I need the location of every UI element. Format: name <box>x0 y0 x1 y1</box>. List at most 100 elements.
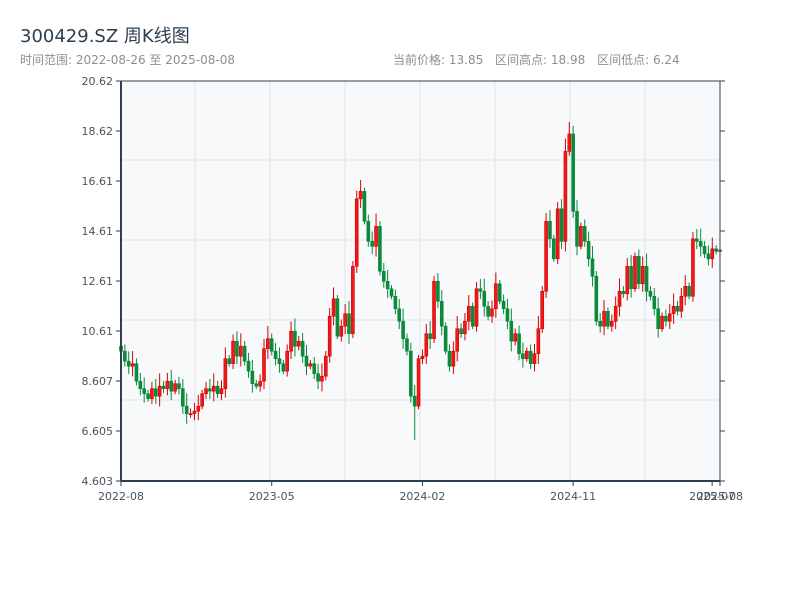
candle-body <box>443 325 448 352</box>
candle-body <box>606 310 610 327</box>
candle-body <box>656 308 660 330</box>
candle-body <box>482 290 487 307</box>
candle-body <box>521 353 525 360</box>
candle-body <box>467 305 471 322</box>
candle-body <box>296 340 301 347</box>
candle-body <box>567 133 572 152</box>
candle-body <box>370 241 374 247</box>
candle-body <box>289 330 293 352</box>
candle-body <box>486 305 490 317</box>
y-tick-label: 6.605 <box>82 425 114 438</box>
candle-body <box>563 151 568 242</box>
candle-body <box>664 315 668 322</box>
candle-body <box>490 308 494 317</box>
candle-body <box>211 385 216 392</box>
candle-body <box>621 290 626 295</box>
candle-body <box>219 388 224 394</box>
candle-body <box>687 285 691 297</box>
candlestick-chart: 4.603 6.605 8.607 10.61 12.61 14.61 16.61 18.62… <box>82 75 743 503</box>
candle-body <box>432 280 436 340</box>
candle-body <box>613 305 618 322</box>
candle-body <box>277 358 282 364</box>
candle-body <box>285 350 289 372</box>
candle-body <box>188 413 193 415</box>
candle-body <box>266 338 270 350</box>
candle-body <box>351 266 355 335</box>
y-tick-label: 16.61 <box>82 175 114 188</box>
y-tick-label: 14.61 <box>82 225 114 238</box>
candle-body <box>227 358 232 364</box>
candle-body <box>644 266 649 292</box>
candle-body <box>447 350 452 367</box>
x-tick-label: 2023-05 <box>249 490 295 503</box>
candle-body <box>679 295 684 312</box>
y-tick-label: 18.62 <box>82 125 114 138</box>
candle-body <box>146 393 150 399</box>
candle-body <box>660 315 664 330</box>
candle-body <box>246 360 251 372</box>
candle-body <box>231 340 235 364</box>
candle-body <box>602 310 606 327</box>
candle-body <box>254 383 259 387</box>
candle-body <box>374 226 378 247</box>
candle-body <box>706 253 711 260</box>
candle-body <box>389 288 394 297</box>
candle-body <box>555 208 560 260</box>
candle-body <box>208 388 212 392</box>
candle-body <box>177 383 181 389</box>
candle-body <box>428 333 432 340</box>
candle-body <box>316 373 320 382</box>
candle-body <box>173 383 177 392</box>
candle-body <box>362 191 367 222</box>
candle-body <box>324 355 328 377</box>
candle-body <box>312 363 317 374</box>
candle-body <box>494 283 498 310</box>
candle-body <box>331 298 336 317</box>
candle-body <box>142 388 146 394</box>
candle-body <box>304 355 309 367</box>
candle-body <box>637 256 641 285</box>
candle-body <box>405 338 409 352</box>
candle-body <box>378 226 382 272</box>
candle-body <box>269 338 274 352</box>
candle-body <box>463 320 467 335</box>
candle-body <box>327 315 332 357</box>
candle-body <box>300 340 305 357</box>
candle-body <box>532 353 537 364</box>
candle-body <box>320 375 324 382</box>
candle-body <box>416 358 421 407</box>
candle-body <box>165 380 170 389</box>
y-tick-label: 12.61 <box>82 275 114 288</box>
candle-body <box>714 248 718 252</box>
candle-body <box>559 208 564 242</box>
candle-body <box>196 405 201 412</box>
candle-body <box>200 393 204 407</box>
candle-body <box>385 280 390 290</box>
candle-body <box>509 320 514 342</box>
candle-body <box>517 333 521 355</box>
candle-body <box>474 288 479 327</box>
candle-body <box>633 256 637 290</box>
candle-body <box>586 241 591 260</box>
candle-body <box>161 385 166 389</box>
candle-body <box>281 363 286 372</box>
candle-body <box>594 275 599 322</box>
candle-body <box>451 350 456 367</box>
candle-body <box>397 308 402 322</box>
candle-body <box>347 313 351 335</box>
candle-body <box>582 226 587 242</box>
candle-body <box>366 221 371 242</box>
candle-body <box>683 285 688 297</box>
y-tick-label: 4.603 <box>82 475 114 488</box>
candle-body <box>123 350 127 362</box>
candle-body <box>571 133 575 212</box>
candle-body <box>625 266 630 295</box>
candle-body <box>575 211 579 247</box>
candle-body <box>439 300 444 327</box>
candle-body <box>412 395 417 407</box>
candle-body <box>691 238 695 297</box>
y-tick-label: 8.607 <box>82 375 114 388</box>
candle-body <box>223 358 228 389</box>
candle-body <box>335 298 340 337</box>
candle-body <box>258 380 262 387</box>
